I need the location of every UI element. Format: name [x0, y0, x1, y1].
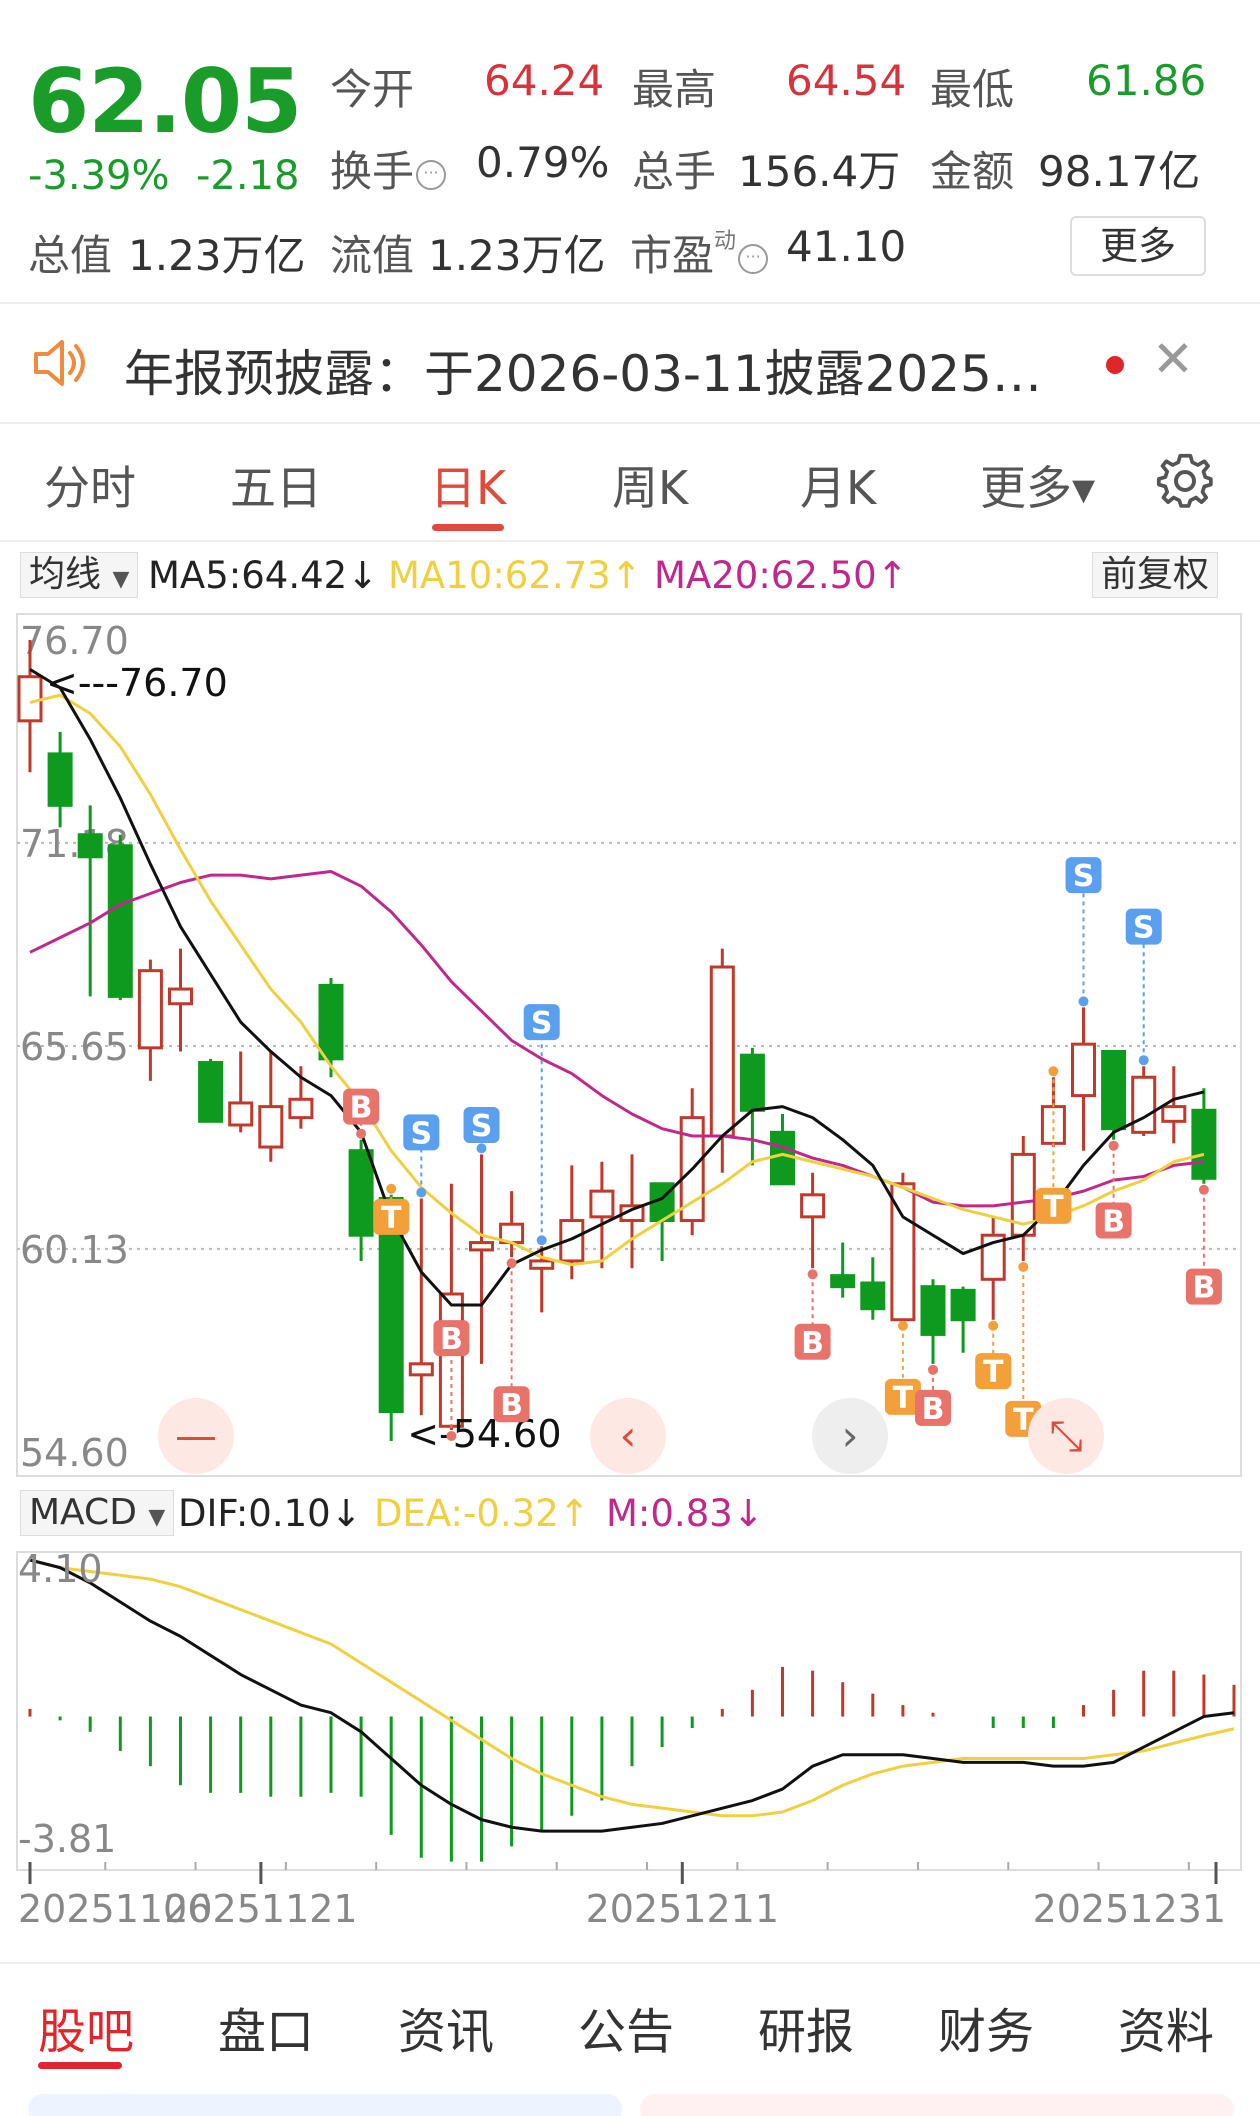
signal-label: B — [1102, 1205, 1125, 1240]
chart-nav-glyph: ⤡ — [1049, 1411, 1083, 1460]
bottom-card-left[interactable] — [28, 2094, 622, 2116]
candle-body — [258, 1105, 284, 1149]
candle-body — [800, 1193, 826, 1219]
candle-body — [589, 1189, 615, 1219]
y-tick-label: 76.70 — [20, 619, 129, 663]
signal-dot — [1078, 996, 1089, 1007]
candle-body — [1071, 1042, 1096, 1098]
axis-layer: 2025110620251121 20251211 20251231 — [18, 1862, 1226, 1931]
btab-research[interactable]: 研报 — [758, 1992, 854, 2062]
signal-label: B — [350, 1091, 373, 1126]
bottom-card-right[interactable] — [640, 2094, 1234, 2116]
signal-label: S — [1133, 911, 1155, 946]
signal-label: B — [922, 1392, 945, 1427]
candle-body — [1161, 1105, 1187, 1123]
candle-body — [228, 1101, 254, 1127]
btab-news[interactable]: 资讯 — [398, 1992, 494, 2062]
signal-dot — [446, 1430, 457, 1441]
signal-label: T — [1043, 1190, 1064, 1225]
y-tick-label: 60.13 — [20, 1228, 129, 1272]
chart-nav-glyph: ‹ — [620, 1411, 637, 1460]
signal-dot — [1108, 1140, 1119, 1151]
signal-dot — [897, 1320, 908, 1331]
signal-dot — [928, 1364, 938, 1375]
chart-nav-buttons[interactable]: — ‹ › ⤡ — [158, 1398, 1104, 1474]
candle-body — [1101, 1050, 1127, 1131]
signal-label: B — [801, 1326, 824, 1361]
candle-body — [469, 1241, 494, 1252]
signal-dot — [1018, 1261, 1029, 1272]
candle-body — [860, 1281, 886, 1311]
candle-body — [107, 844, 133, 998]
x-tick-label: 20251211 — [586, 1887, 779, 1931]
btab-forum[interactable]: 股吧 — [38, 1992, 134, 2062]
candle-body — [709, 965, 735, 1138]
candle-body — [739, 1053, 765, 1112]
signal-dot — [807, 1269, 818, 1280]
btab-finance[interactable]: 财务 — [938, 1992, 1034, 2062]
macd-frame — [16, 1551, 1242, 1871]
signal-label: T — [983, 1355, 1004, 1390]
candle-body — [770, 1130, 795, 1186]
active-btab-indicator — [38, 2062, 122, 2069]
candle-body — [47, 752, 73, 807]
macd-y-tick-label: -3.81 — [18, 1817, 116, 1861]
candle-body — [529, 1259, 555, 1270]
btab-orderbook[interactable]: 盘口 — [218, 1992, 314, 2062]
signal-label: T — [893, 1381, 914, 1416]
signal-dot — [476, 1143, 487, 1154]
signal-label: T — [381, 1201, 402, 1236]
kline-chart[interactable]: 76.7071.1865.6560.1354.60<---76.70<-54.6… — [0, 0, 1260, 1980]
signal-dot — [506, 1258, 517, 1269]
chart-nav-glyph: › — [842, 1411, 859, 1460]
signal-dot — [1138, 1055, 1149, 1066]
candle-body — [198, 1061, 224, 1123]
chart-nav-glyph: — — [175, 1411, 217, 1460]
signal-label: S — [531, 1006, 553, 1041]
signal-label: B — [1192, 1271, 1215, 1306]
btab-announcements[interactable]: 公告 — [578, 1992, 674, 2062]
candle-body — [17, 675, 43, 723]
min-price-annotation: <-54.60 — [407, 1412, 561, 1456]
candle-body — [77, 833, 103, 859]
signal-dot — [536, 1235, 547, 1246]
signal-label: S — [410, 1116, 432, 1151]
candle-body — [1131, 1075, 1157, 1134]
candle-body — [408, 1362, 434, 1377]
candle-body — [920, 1285, 946, 1336]
signal-dot — [386, 1183, 397, 1194]
candle-body — [288, 1097, 314, 1120]
candle-body — [348, 1149, 374, 1237]
candle-body — [1191, 1108, 1217, 1180]
candle-body — [137, 969, 163, 1050]
signal-dot — [1198, 1184, 1209, 1195]
candle-body — [168, 987, 193, 1006]
signal-label: S — [1073, 859, 1095, 894]
max-price-annotation: <---76.70 — [46, 661, 228, 705]
signal-dot — [1048, 1066, 1059, 1077]
btab-profile[interactable]: 资料 — [1118, 1992, 1214, 2062]
macd-y-tick-label: 4.10 — [18, 1547, 103, 1591]
signal-dot — [988, 1320, 999, 1331]
signal-dot — [416, 1187, 427, 1198]
x-tick-label: 20251121 — [164, 1887, 357, 1931]
signal-label: S — [471, 1109, 493, 1144]
y-tick-label: 65.65 — [20, 1025, 129, 1069]
candle-body — [318, 983, 344, 1061]
divider — [0, 1962, 1260, 1964]
signal-dot — [356, 1128, 367, 1139]
macd-layer: 4.10 -3.81 — [18, 1547, 1236, 1862]
signal-label: B — [500, 1388, 523, 1423]
kline-layer: 76.7071.1865.6560.1354.60<---76.70<-54.6… — [17, 619, 1241, 1475]
candle-body — [950, 1288, 976, 1322]
y-tick-label: 54.60 — [20, 1431, 129, 1475]
signal-label: B — [440, 1322, 463, 1357]
x-tick-label: 20251231 — [1033, 1887, 1226, 1931]
candle-body — [830, 1274, 856, 1289]
